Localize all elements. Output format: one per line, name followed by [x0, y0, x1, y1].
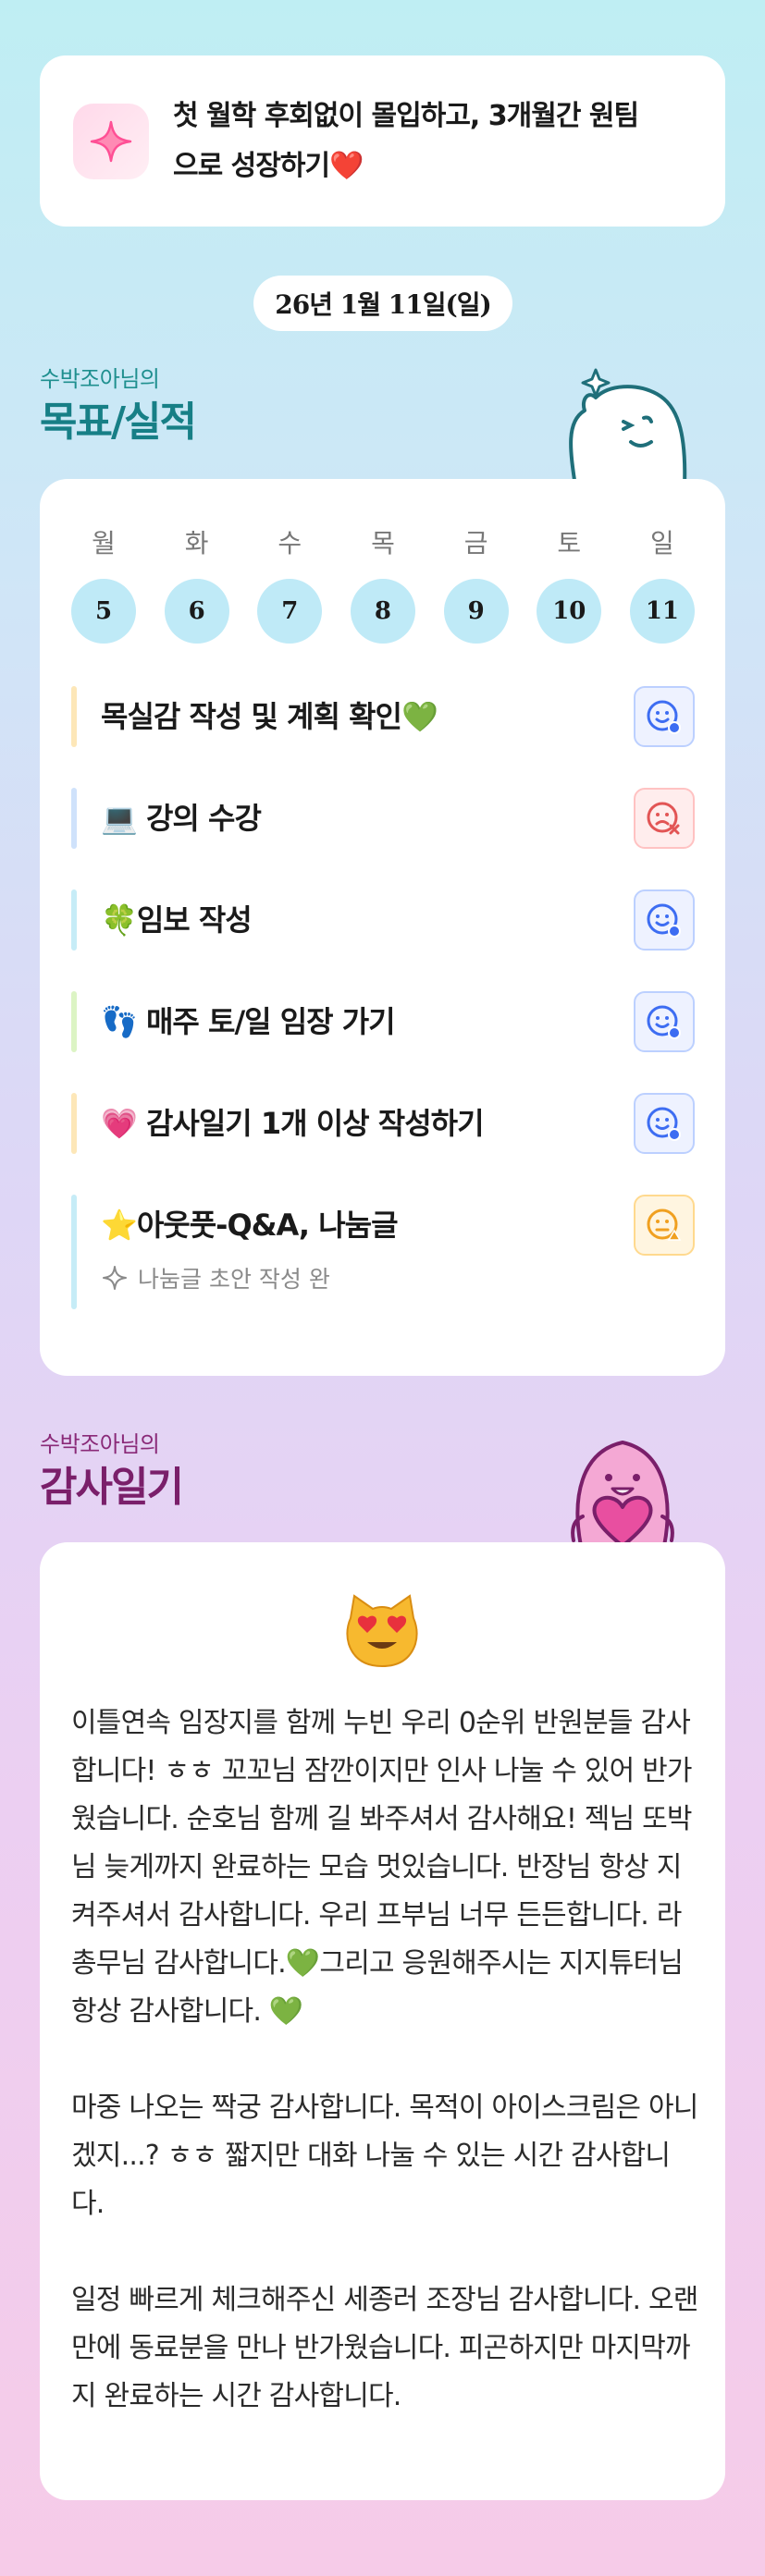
weekday-label: 목 — [371, 528, 395, 558]
smile-face-icon — [647, 1005, 681, 1039]
goal-text-line2: 으로 성장하기❤️ — [173, 149, 364, 182]
status-done-button[interactable] — [634, 686, 695, 747]
smile-face-icon — [647, 903, 681, 938]
goals-title: 목표/실적 — [40, 399, 197, 446]
week-days: 5 6 7 8 9 10 11 — [71, 579, 695, 644]
weekday-label: 화 — [184, 528, 209, 558]
day-button[interactable]: 6 — [164, 579, 229, 644]
task-label: 💻 강의 수강 — [101, 801, 262, 836]
gratitude-title: 감사일기 — [40, 1464, 184, 1511]
day-button[interactable]: 9 — [443, 579, 509, 644]
task-row: 🍀임보 작성 — [71, 889, 695, 951]
sparkle-outline-icon — [103, 1266, 127, 1290]
task-note-text: 나눔글 초안 작성 완 — [138, 1266, 330, 1293]
task-color-bar — [71, 788, 77, 849]
task-label: 💗 감사일기 1개 이상 작성하기 — [101, 1106, 485, 1141]
task-color-bar — [71, 686, 77, 747]
task-note: 나눔글 초안 작성 완 — [101, 1261, 330, 1294]
gratitude-paragraph: 일정 빠르게 체크해주신 세종러 조장님 감사합니다. 오랜만에 동료분을 만나… — [71, 2284, 698, 2412]
pink-mascot-icon — [571, 1441, 674, 1546]
smile-face-icon — [647, 700, 681, 734]
status-done-button[interactable] — [634, 991, 695, 1052]
task-row: 목실감 작성 및 계획 확인💚 — [71, 686, 695, 747]
day-button[interactable]: 8 — [350, 579, 415, 644]
weekday-label: 금 — [463, 528, 488, 558]
weekday-label: 월 — [92, 528, 116, 558]
heart-eyes-cat-emoji-icon — [346, 1594, 418, 1668]
date-pill: 26년 1월 11일(일) — [253, 276, 512, 331]
weekday-label: 수 — [278, 528, 302, 558]
day-button[interactable]: 7 — [257, 579, 323, 644]
task-color-bar — [71, 889, 77, 951]
task-color-bar — [71, 1093, 77, 1154]
worried-face-icon — [647, 1208, 682, 1241]
goal-card: 첫 월학 후회없이 몰입하고, 3개월간 원팀 으로 성장하기❤️ — [40, 55, 725, 227]
smile-face-icon — [647, 1107, 681, 1141]
task-label: 👣 매주 토/일 임장 가기 — [101, 1004, 396, 1039]
day-button[interactable]: 5 — [71, 579, 136, 644]
task-label: ⭐아웃풋-Q&A, 나눔글 — [101, 1208, 399, 1243]
gratitude-card: 이틀연속 임장지를 함께 누빈 우리 0순위 반원분들 감사합니다! ㅎㅎ 꼬꼬… — [40, 1542, 725, 2500]
task-row: 💻 강의 수강 — [71, 788, 695, 849]
task-label: 🍀임보 작성 — [101, 902, 253, 938]
gratitude-paragraph: 이틀연속 임장지를 함께 누빈 우리 0순위 반원분들 감사합니다! ㅎㅎ 꼬꼬… — [71, 1707, 693, 2028]
sparkle-icon — [73, 103, 149, 179]
goal-text: 첫 월학 후회없이 몰입하고, 3개월간 원팀 으로 성장하기❤️ — [173, 92, 639, 191]
task-label: 목실감 작성 및 계획 확인💚 — [101, 699, 438, 734]
status-done-button[interactable] — [634, 889, 695, 951]
task-color-bar — [71, 991, 77, 1052]
goal-text-line1: 첫 월학 후회없이 몰입하고, 3개월간 원팀 — [173, 99, 639, 132]
gratitude-paragraph: 마중 나오는 짝궁 감사합니다. 목적이 아이스크림은 아니겠지...? ㅎㅎ … — [71, 2091, 698, 2220]
task-row: 💗 감사일기 1개 이상 작성하기 — [71, 1093, 695, 1154]
status-done-button[interactable] — [634, 1093, 695, 1154]
sad-face-icon — [647, 802, 680, 835]
week-labels: 월 화 수 목 금 토 일 — [71, 523, 695, 560]
gratitude-body: 이틀연속 임장지를 함께 누빈 우리 0순위 반원분들 감사합니다! ㅎㅎ 꼬꼬… — [71, 1699, 700, 2421]
day-button-selected[interactable]: 11 — [629, 579, 695, 644]
weekday-label: 토 — [557, 528, 582, 558]
task-row: 👣 매주 토/일 임장 가기 — [71, 991, 695, 1052]
ghost-mascot-icon — [569, 368, 687, 486]
status-failed-button[interactable] — [634, 788, 695, 849]
task-color-bar — [71, 1195, 77, 1309]
day-button[interactable]: 10 — [537, 579, 602, 644]
goals-card: 월 화 수 목 금 토 일 5 6 7 8 9 10 11 목실감 작성 및 계… — [40, 479, 725, 1376]
status-partial-button[interactable] — [634, 1195, 695, 1256]
weekday-label: 일 — [650, 528, 674, 558]
